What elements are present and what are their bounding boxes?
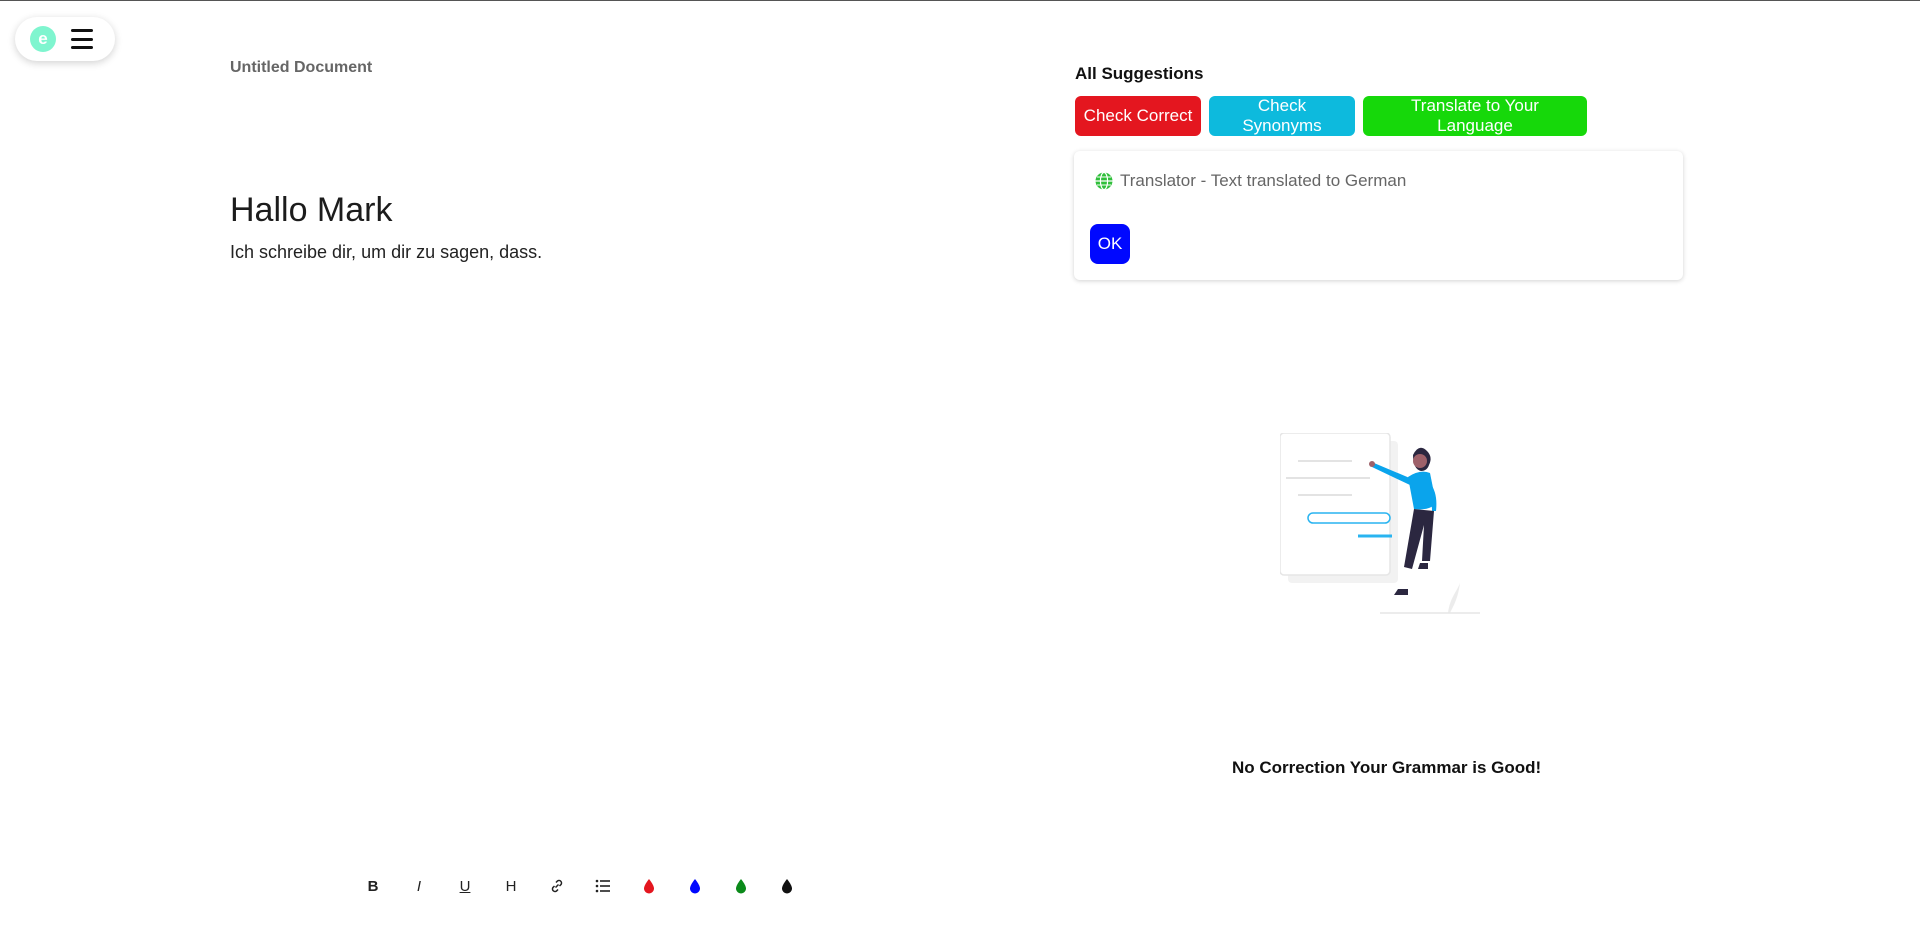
droplet-green-icon	[736, 879, 746, 894]
hamburger-icon[interactable]	[71, 29, 93, 49]
check-synonyms-button[interactable]: Check Synonyms	[1209, 96, 1355, 136]
color-black-button[interactable]	[764, 872, 810, 900]
link-icon	[551, 879, 563, 893]
illustration-card	[1280, 433, 1391, 576]
color-red-button[interactable]	[626, 872, 672, 900]
heading-button[interactable]: H	[488, 872, 534, 900]
suggestion-actions: Check Correct Check Synonyms Translate t…	[1075, 96, 1587, 136]
status-message: No Correction Your Grammar is Good!	[1232, 758, 1542, 777]
app-logo[interactable]: e	[30, 26, 56, 52]
document-title[interactable]: Untitled Document	[230, 59, 372, 77]
droplet-red-icon	[644, 879, 654, 894]
ok-button[interactable]: OK	[1090, 224, 1130, 264]
bold-button[interactable]: B	[350, 872, 396, 900]
italic-button[interactable]: I	[396, 872, 442, 900]
translator-card-text: Translator - Text translated to German	[1120, 171, 1407, 190]
color-blue-button[interactable]	[672, 872, 718, 900]
link-button[interactable]	[534, 872, 580, 900]
format-toolbar: B I U H	[350, 872, 810, 900]
droplet-blue-icon	[690, 879, 700, 894]
suggestions-title: All Suggestions	[1075, 64, 1204, 83]
list-icon	[595, 879, 610, 893]
globe-icon	[1095, 171, 1113, 191]
translate-button[interactable]: Translate to Your Language	[1363, 96, 1587, 136]
app-header-pill: e	[15, 17, 115, 61]
document-body[interactable]: Ich schreibe dir, um dir zu sagen, dass.	[230, 242, 542, 263]
color-green-button[interactable]	[718, 872, 764, 900]
underline-button[interactable]: U	[442, 872, 488, 900]
translator-card-header: Translator - Text translated to German	[1094, 171, 1406, 191]
translator-card: Translator - Text translated to German O…	[1074, 151, 1683, 280]
list-button[interactable]	[580, 872, 626, 900]
illustration-plant	[1448, 583, 1460, 613]
empty-state-illustration	[1280, 433, 1480, 614]
document-heading[interactable]: Hallo Mark	[230, 191, 392, 230]
check-correct-button[interactable]: Check Correct	[1075, 96, 1201, 136]
droplet-black-icon	[782, 879, 792, 894]
